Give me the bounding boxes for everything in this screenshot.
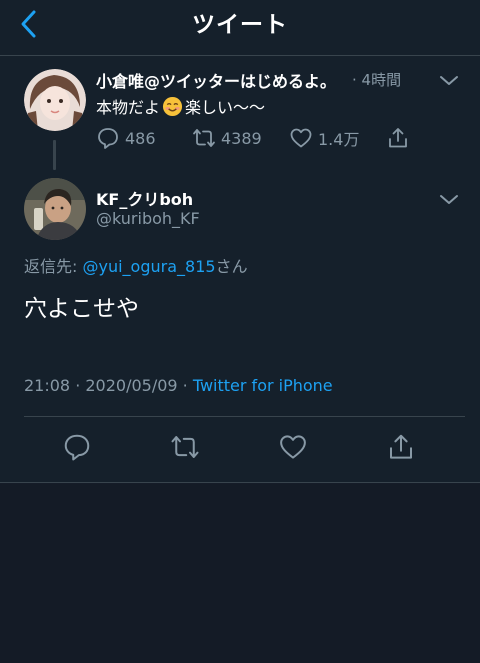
reply-button[interactable]: 486 — [96, 124, 156, 152]
top-bar: ツイート — [0, 0, 480, 56]
smiling-face-icon — [162, 96, 183, 116]
share-button[interactable] — [386, 432, 418, 464]
tweet-actions: 486 4389 1.4万 — [96, 124, 426, 152]
tweet-text: 穴よこせや — [24, 296, 139, 322]
like-count: 1.4万 — [318, 130, 360, 149]
author-name[interactable]: KF_クリboh — [96, 186, 193, 210]
retweet-count: 4389 — [221, 128, 262, 148]
tweet-time: · 4時間 — [352, 71, 402, 89]
tweet-thread: 小倉唯@ツイッターはじめるよ。 · 4時間 本物だよ 楽しい〜〜 486 438… — [0, 56, 480, 483]
author-name[interactable]: 小倉唯@ツイッターはじめるよ。 — [96, 68, 336, 92]
retweet-button[interactable]: 4389 — [192, 124, 262, 152]
page-title: ツイート — [192, 12, 288, 38]
tweet-text-part: 本物だよ — [96, 98, 161, 117]
tweet-timestamp: 21:08 · 2020/05/09 · — [24, 376, 193, 395]
reply-icon — [64, 434, 90, 461]
like-button[interactable]: 1.4万 — [289, 124, 359, 152]
empty-area — [0, 484, 480, 663]
share-icon — [389, 128, 407, 148]
tweet-text-part: 楽しい〜〜 — [185, 98, 266, 117]
heart-icon — [290, 128, 312, 148]
share-icon — [390, 434, 412, 459]
divider — [24, 416, 465, 417]
tweet-source-link[interactable]: Twitter for iPhone — [193, 376, 333, 395]
more-options-button[interactable] — [438, 69, 460, 91]
reply-button[interactable] — [62, 432, 94, 464]
retweet-button[interactable] — [170, 432, 202, 464]
reply-to-line: 返信先: @yui_ogura_815さん — [24, 253, 248, 277]
reply-count: 486 — [125, 128, 156, 148]
author-handle[interactable]: @kuriboh_KF — [96, 209, 200, 228]
tweet-meta: 21:08 · 2020/05/09 · Twitter for iPhone — [24, 376, 333, 395]
retweet-icon — [171, 436, 199, 458]
like-button[interactable] — [278, 432, 310, 464]
reply-to-label: 返信先: — [24, 257, 78, 276]
chevron-down-icon — [440, 195, 458, 204]
reply-to-mention[interactable]: @yui_ogura_815 — [83, 257, 216, 276]
thread-connector — [53, 140, 56, 170]
avatar[interactable] — [24, 178, 86, 240]
more-options-button[interactable] — [438, 188, 460, 210]
reply-icon — [98, 128, 118, 149]
reply-to-suffix: さん — [215, 257, 248, 276]
tweet-text: 本物だよ 楽しい〜〜 — [96, 94, 265, 118]
retweet-icon — [193, 129, 215, 147]
share-button[interactable] — [386, 124, 410, 152]
heart-icon — [280, 435, 306, 459]
avatar[interactable] — [24, 69, 86, 131]
chevron-down-icon — [440, 76, 458, 85]
